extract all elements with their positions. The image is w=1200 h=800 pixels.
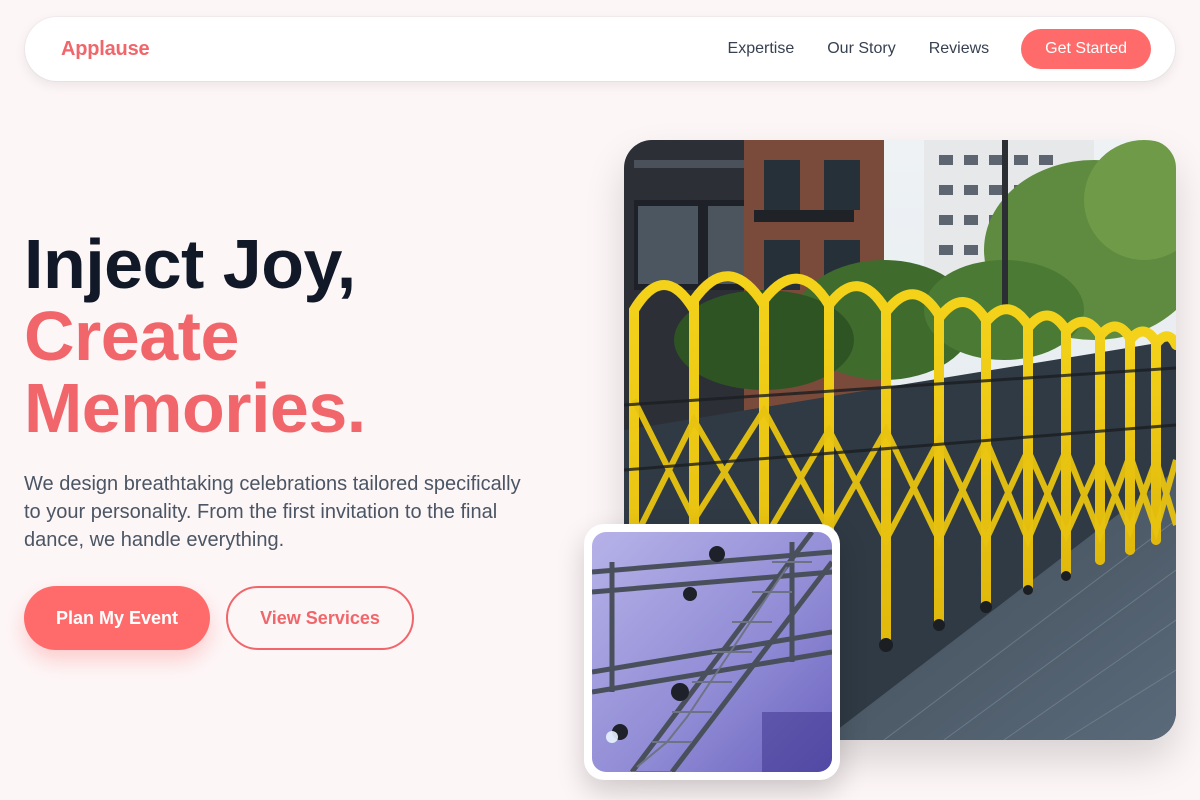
hero-headline: Inject Joy, Create Memories. (24, 228, 584, 444)
nav-link-reviews[interactable]: Reviews (929, 40, 989, 58)
view-services-button[interactable]: View Services (226, 586, 414, 650)
hero-subtext: We design breathtaking celebrations tail… (24, 473, 521, 551)
nav-link-our-story[interactable]: Our Story (827, 40, 895, 58)
inset-image-frame (584, 524, 840, 780)
nav-link-expertise[interactable]: Expertise (728, 40, 795, 58)
headline-line-3: Memories. (24, 369, 366, 447)
inset-image (592, 532, 832, 772)
headline-line-1: Inject Joy, (24, 225, 356, 303)
truss-photo (592, 532, 832, 772)
get-started-button[interactable]: Get Started (1021, 29, 1151, 69)
landing-page: Applause Expertise Our Story Reviews Get… (0, 0, 1200, 800)
top-nav: Applause Expertise Our Story Reviews Get… (25, 17, 1175, 81)
headline-line-2: Create (24, 297, 239, 375)
nav-links: Expertise Our Story Reviews Get Started (728, 29, 1151, 69)
brand-logo[interactable]: Applause (61, 38, 150, 61)
plan-my-event-button[interactable]: Plan My Event (24, 586, 210, 650)
